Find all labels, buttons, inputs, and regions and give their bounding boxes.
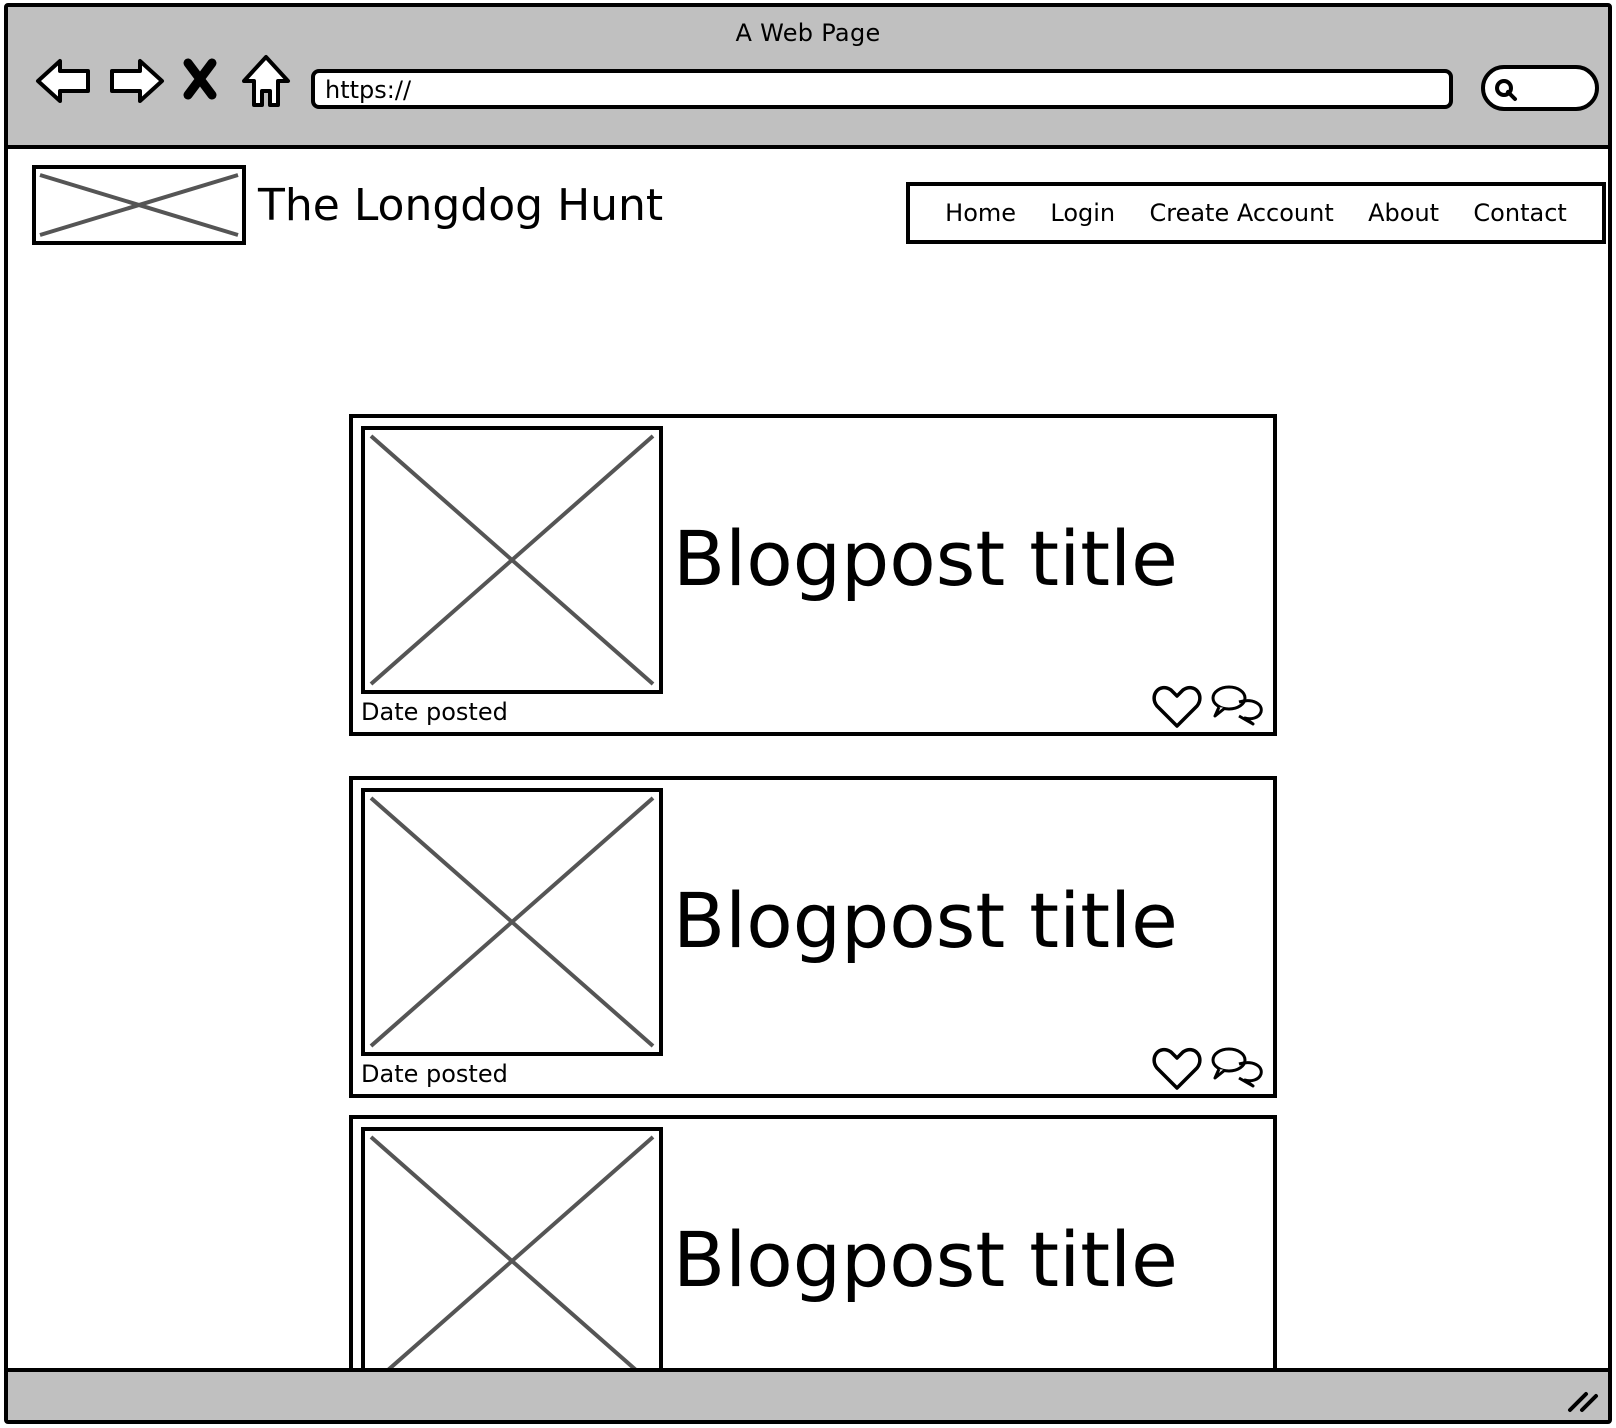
image-placeholder-icon — [369, 434, 655, 686]
image-placeholder-icon — [369, 796, 655, 1048]
site-title[interactable]: The Longdog Hunt — [258, 180, 663, 231]
post-title[interactable]: Blogpost title — [673, 514, 1178, 603]
address-bar[interactable]: https:// — [311, 69, 1453, 109]
forward-button[interactable] — [104, 49, 168, 113]
nav-login[interactable]: Login — [1050, 199, 1115, 227]
search-icon — [1495, 79, 1517, 101]
back-button[interactable] — [32, 49, 96, 113]
stop-button[interactable] — [176, 49, 224, 113]
heart-icon — [1152, 1047, 1202, 1090]
like-button[interactable] — [1151, 684, 1203, 730]
main-navigation: Home Login Create Account About Contact — [906, 182, 1606, 244]
browser-search-box[interactable] — [1481, 65, 1599, 111]
post-title[interactable]: Blogpost title — [673, 1215, 1178, 1304]
post-date: Date posted — [361, 698, 508, 726]
nav-home[interactable]: Home — [945, 199, 1016, 227]
window-title: A Web Page — [735, 19, 881, 47]
nav-create-account[interactable]: Create Account — [1149, 199, 1333, 227]
comment-button[interactable] — [1209, 684, 1265, 726]
browser-toolbar: A Web Page https:// — [8, 7, 1608, 149]
comments-icon — [1211, 1047, 1263, 1088]
close-icon — [183, 58, 217, 100]
resize-grip[interactable] — [1564, 1384, 1600, 1414]
heart-icon — [1152, 685, 1202, 728]
blog-post-card[interactable]: Blogpost title Date posted — [349, 414, 1277, 736]
post-thumbnail[interactable] — [361, 426, 663, 694]
home-button[interactable] — [234, 49, 298, 113]
nav-about[interactable]: About — [1368, 199, 1439, 227]
status-bar — [8, 1368, 1608, 1420]
blog-post-card[interactable]: Blogpost title Date posted — [349, 776, 1277, 1098]
browser-window: A Web Page https:// The Longdog Hunt Hom… — [4, 3, 1612, 1424]
comment-button[interactable] — [1209, 1046, 1265, 1088]
nav-contact[interactable]: Contact — [1473, 199, 1566, 227]
image-placeholder-icon — [369, 1135, 655, 1387]
arrow-right-icon — [110, 59, 164, 103]
home-icon — [242, 55, 290, 107]
comments-icon — [1211, 685, 1263, 726]
post-thumbnail[interactable] — [361, 788, 663, 1056]
like-button[interactable] — [1151, 1046, 1203, 1092]
resize-grip-icon — [1568, 1392, 1598, 1412]
image-placeholder-icon — [39, 173, 239, 237]
site-logo-placeholder[interactable] — [32, 165, 246, 245]
post-date: Date posted — [361, 1060, 508, 1088]
post-thumbnail[interactable] — [361, 1127, 663, 1395]
post-title[interactable]: Blogpost title — [673, 876, 1178, 965]
arrow-left-icon — [36, 59, 90, 103]
